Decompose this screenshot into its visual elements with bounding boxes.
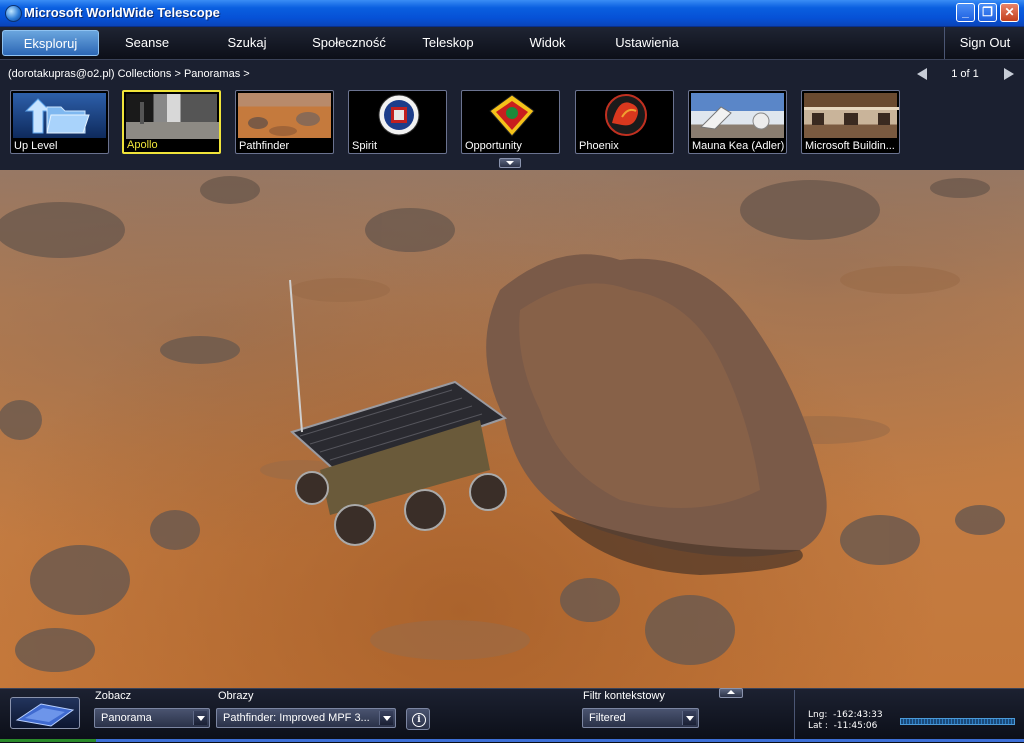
apollo-image — [126, 94, 219, 139]
look-value: Panorama — [101, 712, 152, 724]
minimize-icon: _ — [962, 5, 969, 19]
dropdown-button[interactable] — [682, 711, 696, 725]
context-filter-select[interactable]: Filtered — [582, 708, 699, 728]
chevron-up-icon — [727, 690, 735, 694]
tab-ustawienia[interactable]: Ustawienia — [604, 30, 690, 56]
thumbnail-label: Pathfinder — [239, 140, 290, 152]
window-title: Microsoft WorldWide Telescope — [24, 5, 220, 20]
look-at-thumbnail[interactable] — [10, 697, 80, 729]
info-icon: i — [412, 713, 426, 727]
chevron-down-icon — [506, 161, 514, 165]
sign-out-button[interactable]: Sign Out — [948, 30, 1022, 56]
mauna-kea-image — [691, 93, 784, 138]
longitude-readout: Lng: -162:43:33 — [808, 710, 883, 720]
dropdown-button[interactable] — [193, 711, 207, 725]
chevron-down-icon — [686, 716, 694, 721]
folder-up-icon — [13, 93, 106, 138]
opportunity-patch-icon — [464, 93, 557, 138]
microsoft-building-image — [804, 93, 899, 138]
expand-panel-button[interactable] — [719, 688, 743, 698]
tab-spolecznosc[interactable]: Społeczność — [300, 30, 398, 56]
tab-szukaj[interactable]: Szukaj — [208, 30, 286, 56]
latitude-readout: Lat : -11:45:06 — [808, 721, 878, 731]
thumbnail-apollo[interactable]: Apollo — [122, 90, 221, 154]
title-bar: Microsoft WorldWide Telescope _ ❐ ✕ — [0, 0, 1024, 27]
thumbnail-label: Apollo — [127, 139, 158, 151]
maximize-button[interactable]: ❐ — [978, 3, 997, 22]
thumbnail-label: Opportunity — [465, 140, 522, 152]
thumbnail-label: Microsoft Buildin... — [805, 140, 895, 152]
context-filter-value: Filtered — [589, 712, 626, 724]
chevron-down-icon — [197, 716, 205, 721]
close-icon: ✕ — [1004, 5, 1015, 19]
thumbnail-label: Mauna Kea (Adler) — [692, 140, 785, 152]
look-label: Zobacz — [95, 690, 132, 702]
spirit-patch-icon — [351, 93, 444, 138]
minimize-button[interactable]: _ — [956, 3, 975, 22]
info-button[interactable]: i — [406, 708, 430, 730]
tab-seanse[interactable]: Seanse — [108, 30, 186, 56]
loading-progress-bar — [900, 718, 1015, 725]
chevron-down-icon — [383, 716, 391, 721]
phoenix-patch-icon — [578, 93, 671, 138]
menu-divider — [944, 27, 945, 59]
sojourner-rover — [289, 279, 508, 546]
thumbnail-label: Up Level — [14, 140, 58, 152]
thumbnail-label: Spirit — [352, 140, 378, 152]
tab-eksploruj[interactable]: Eksploruj — [2, 30, 99, 56]
previous-page-icon[interactable] — [917, 68, 927, 80]
breadcrumb-bar: (dorotakupras@o2.pl) Collections > Panor… — [0, 60, 1024, 88]
thumbnail-microsoft-building[interactable]: Microsoft Buildin... — [801, 90, 900, 154]
look-select[interactable]: Panorama — [94, 708, 210, 728]
thumbnail-mauna-kea[interactable]: Mauna Kea (Adler) — [688, 90, 787, 154]
imagery-label: Obrazy — [218, 690, 254, 702]
thumbnail-pathfinder[interactable]: Pathfinder — [235, 90, 334, 154]
page-indicator: 1 of 1 — [951, 68, 979, 80]
mars-panorama-image — [0, 176, 1005, 672]
thumbnail-spirit[interactable]: Spirit — [348, 90, 447, 154]
main-menu: Eksploruj Seanse Szukaj Społeczność Tele… — [0, 27, 1024, 60]
thumbnail-phoenix[interactable]: Phoenix — [575, 90, 674, 154]
tab-teleskop[interactable]: Teleskop — [408, 30, 488, 56]
dropdown-button[interactable] — [379, 711, 393, 725]
collapse-strip-button[interactable] — [499, 158, 521, 168]
app-globe-icon — [5, 5, 22, 22]
panel-divider — [794, 690, 795, 740]
restore-icon: ❐ — [982, 5, 993, 19]
thumbnail-up-level[interactable]: Up Level — [10, 90, 109, 154]
panorama-view[interactable] — [0, 170, 1024, 688]
imagery-value: Pathfinder: Improved MPF 3... — [223, 712, 370, 724]
tab-widok[interactable]: Widok — [510, 30, 585, 56]
close-button[interactable]: ✕ — [1000, 3, 1019, 22]
next-page-icon[interactable] — [1004, 68, 1014, 80]
pathfinder-image — [238, 93, 331, 138]
breadcrumb[interactable]: (dorotakupras@o2.pl) Collections > Panor… — [8, 68, 250, 80]
context-filter-label: Filtr kontekstowy — [583, 690, 665, 702]
thumbnail-label: Phoenix — [579, 140, 619, 152]
imagery-select[interactable]: Pathfinder: Improved MPF 3... — [216, 708, 396, 728]
thumbnail-opportunity[interactable]: Opportunity — [461, 90, 560, 154]
